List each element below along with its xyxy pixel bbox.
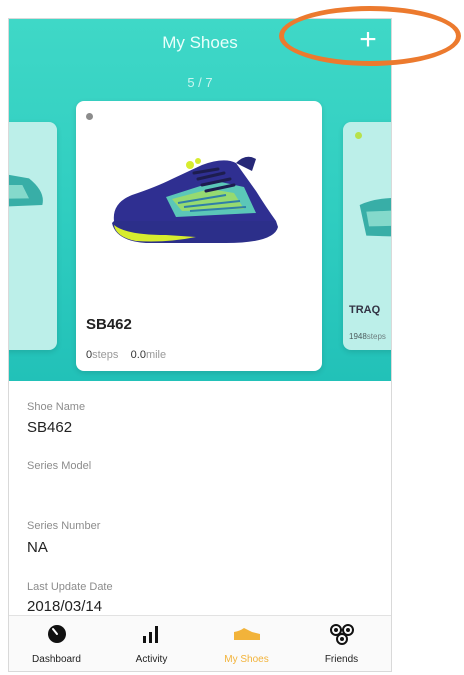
app-screen: My Shoes + 5 / 7 SB462 0steps 0.0mile TR… — [8, 18, 392, 672]
mile-value: 0.0 — [130, 349, 146, 361]
detail-value: NA — [27, 539, 48, 556]
detail-value: 2018/03/14 — [27, 598, 103, 615]
detail-row-shoe-name: Shoe Name SB462 — [9, 381, 391, 440]
next-steps-value: 1948 — [349, 332, 367, 341]
tab-activity[interactable]: Activity — [104, 616, 199, 671]
add-shoe-button[interactable]: + — [353, 25, 383, 55]
tab-label: Activity — [135, 654, 168, 665]
shoe-name: SB462 — [86, 316, 132, 333]
shoe-image — [9, 174, 43, 207]
selected-shoe-card[interactable]: SB462 0steps 0.0mile — [76, 101, 322, 371]
steps-unit: steps — [92, 349, 119, 361]
status-dot — [355, 132, 362, 139]
detail-row-last-update: Last Update Date 2018/03/14 — [9, 567, 391, 615]
tab-label: Dashboard — [32, 654, 81, 665]
next-steps-unit: steps — [366, 332, 386, 341]
shoe-image — [112, 156, 278, 243]
detail-row-series-number: Series Number NA — [9, 507, 391, 568]
carousel-page-indicator: 5 / 7 — [187, 75, 213, 90]
detail-value: SB462 — [27, 419, 73, 436]
gauge-icon — [47, 625, 66, 643]
status-dot — [86, 113, 93, 120]
friends-icon — [329, 624, 354, 645]
bottom-tab-bar: Dashboard Activity My Shoes Friends — [9, 615, 391, 671]
shoe-image — [359, 197, 391, 237]
next-shoe-name: TRAQ — [349, 304, 381, 316]
shoe-stats: 0steps 0.0mile — [86, 349, 166, 361]
detail-label: Series Model — [27, 460, 92, 472]
tab-friends[interactable]: Friends — [294, 616, 389, 671]
detail-label: Shoe Name — [27, 401, 86, 413]
tab-label: My Shoes — [224, 654, 269, 665]
tab-dashboard[interactable]: Dashboard — [9, 616, 104, 671]
shoe-icon — [233, 628, 260, 640]
shoe-carousel-header: My Shoes + 5 / 7 SB462 0steps 0.0mile TR… — [9, 19, 391, 381]
mile-unit: mile — [145, 349, 167, 361]
tab-my-shoes[interactable]: My Shoes — [199, 616, 294, 671]
bar-chart-icon — [142, 626, 158, 643]
page-title: My Shoes — [162, 33, 238, 52]
tab-label: Friends — [324, 654, 359, 665]
detail-label: Last Update Date — [27, 581, 113, 593]
detail-label: Series Number — [27, 520, 101, 532]
previous-shoe-card[interactable] — [9, 122, 57, 350]
next-shoe-card[interactable]: TRAQ 1948steps — [343, 122, 391, 350]
next-shoe-stats: 1948steps — [349, 332, 386, 341]
detail-row-series-model: Series Model — [9, 439, 391, 508]
